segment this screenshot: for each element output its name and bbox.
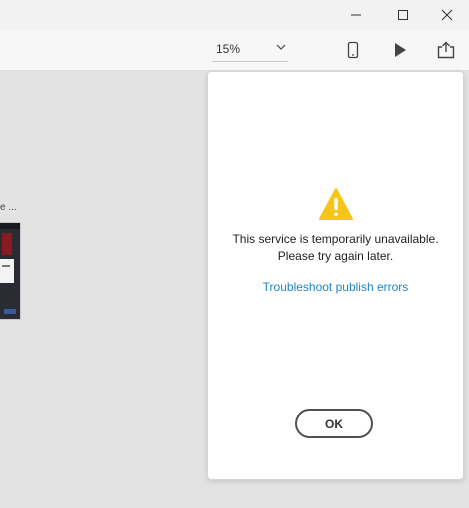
minimize-icon <box>351 14 361 16</box>
error-message-line-1: This service is temporarily unavailable. <box>232 232 439 246</box>
artboard-label: e ... <box>0 202 17 213</box>
close-icon <box>441 9 453 21</box>
warning-icon <box>319 188 353 220</box>
share-icon <box>437 41 455 59</box>
ok-button[interactable]: OK <box>295 409 373 438</box>
zoom-dropdown[interactable]: 15% <box>212 36 288 62</box>
device-preview-button[interactable] <box>341 38 365 62</box>
thumb-card <box>0 259 14 283</box>
zoom-value: 15% <box>216 41 241 56</box>
share-button[interactable] <box>434 38 458 62</box>
thumb-header <box>0 223 20 229</box>
maximize-icon <box>398 10 408 20</box>
toolbar: 15% <box>0 30 469 71</box>
close-button[interactable] <box>425 0 469 30</box>
maximize-button[interactable] <box>381 0 425 30</box>
artboard-thumbnail[interactable] <box>0 222 21 320</box>
troubleshoot-link[interactable]: Troubleshoot publish errors <box>208 280 463 294</box>
thumb-button <box>4 309 16 314</box>
thumb-image <box>2 233 12 255</box>
error-dialog: This service is temporarily unavailable.… <box>207 71 464 480</box>
minimize-button[interactable] <box>334 0 378 30</box>
phone-icon <box>347 41 359 59</box>
thumb-text-line <box>2 265 10 267</box>
title-bar <box>0 0 469 30</box>
play-button[interactable] <box>388 38 412 62</box>
play-icon <box>395 43 406 57</box>
error-message-line-2: Please try again later. <box>277 249 394 263</box>
chevron-down-icon <box>276 44 286 50</box>
